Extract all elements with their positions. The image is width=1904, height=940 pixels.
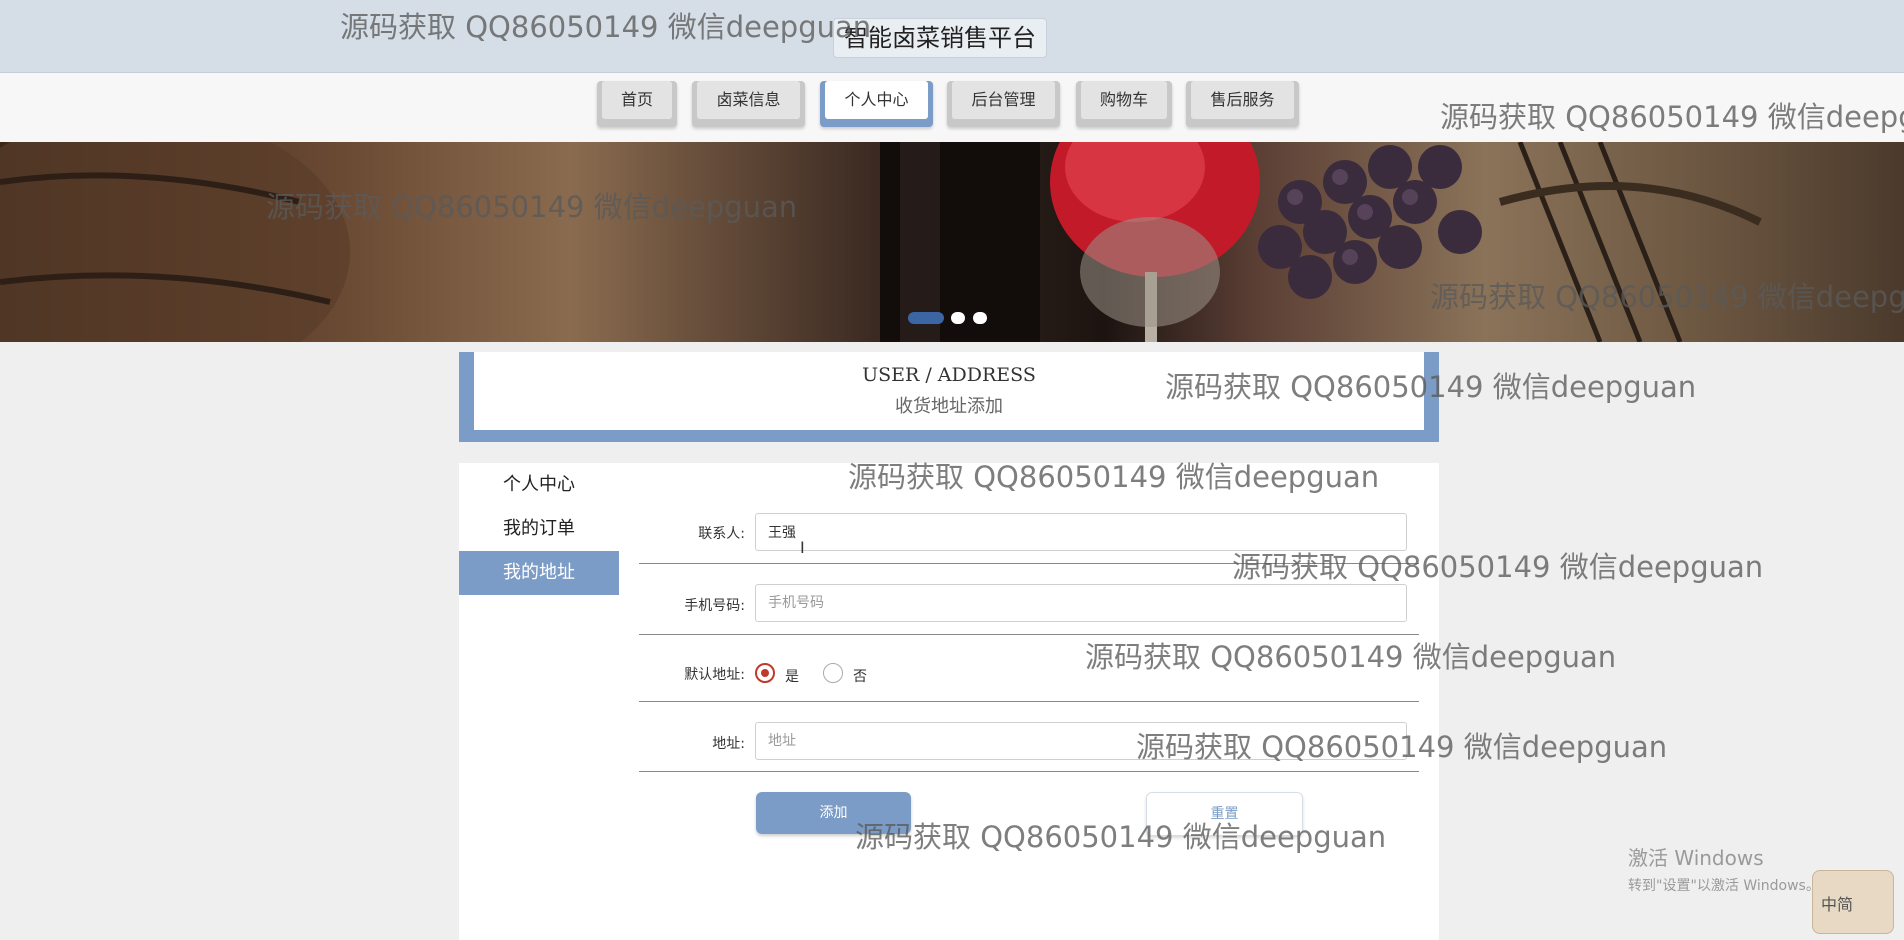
phone-label: 手机号码: [684, 598, 745, 614]
row-divider [639, 701, 1419, 702]
page-heading: USER / ADDRESS 收货地址添加 [474, 352, 1424, 430]
sidebar-item-address[interactable]: 我的地址 [459, 551, 619, 595]
carousel-dot-3[interactable] [973, 312, 987, 324]
default-no-radio[interactable] [823, 663, 843, 683]
banner-carousel [0, 142, 1904, 342]
phone-input[interactable] [755, 584, 1407, 622]
row-divider [639, 563, 1419, 564]
address-input[interactable] [755, 722, 1407, 760]
content-panel: 个人中心 我的订单 我的地址 联系人: 手机号码: 默认地址: 是 否 地址: … [459, 463, 1439, 940]
main-nav: 首页 卤菜信息 个人中心 后台管理 购物车 售后服务 [0, 73, 1904, 142]
site-title: 智能卤菜销售平台 [833, 18, 1047, 58]
page-heading-cn: 收货地址添加 [895, 396, 1003, 417]
row-divider [639, 634, 1419, 635]
contact-input[interactable] [755, 513, 1407, 551]
ime-label: 中简 [1821, 895, 1854, 914]
contact-label: 联系人: [698, 526, 745, 542]
nav-item-personal-center[interactable]: 个人中心 [820, 81, 933, 127]
nav-item-admin[interactable]: 后台管理 [947, 81, 1060, 127]
nav-item-products[interactable]: 卤菜信息 [692, 81, 805, 127]
page-heading-en: USER / ADDRESS [862, 364, 1036, 386]
default-no-label: 否 [853, 669, 867, 685]
reset-button[interactable]: 重置 [1146, 792, 1303, 836]
nav-item-after-sales[interactable]: 售后服务 [1186, 81, 1299, 127]
carousel-dot-2[interactable] [951, 312, 965, 324]
default-address-label: 默认地址: [684, 667, 745, 683]
activation-title: 激活 Windows [1628, 846, 1764, 870]
page-heading-panel: USER / ADDRESS 收货地址添加 [459, 352, 1439, 442]
nav-item-cart[interactable]: 购物车 [1076, 81, 1172, 127]
windows-activation-notice: 激活 Windows 转到"设置"以激活 Windows。 [1628, 842, 1820, 895]
nav-item-home[interactable]: 首页 [597, 81, 677, 127]
row-divider [639, 771, 1419, 772]
default-yes-label: 是 [785, 669, 799, 685]
activation-hint: 转到"设置"以激活 Windows。 [1628, 878, 1820, 894]
sidebar-item-personal-center[interactable]: 个人中心 [459, 463, 619, 507]
text-cursor-icon: I [800, 538, 805, 557]
default-yes-radio[interactable] [755, 663, 775, 683]
carousel-dot-1[interactable] [908, 312, 944, 324]
header-bar: 智能卤菜销售平台 [0, 0, 1904, 73]
ime-widget[interactable]: 中简 [1812, 870, 1894, 934]
sidebar-item-orders[interactable]: 我的订单 [459, 507, 619, 551]
add-button[interactable]: 添加 [756, 792, 911, 834]
banner-image [0, 142, 1762, 342]
address-label: 地址: [712, 736, 745, 752]
